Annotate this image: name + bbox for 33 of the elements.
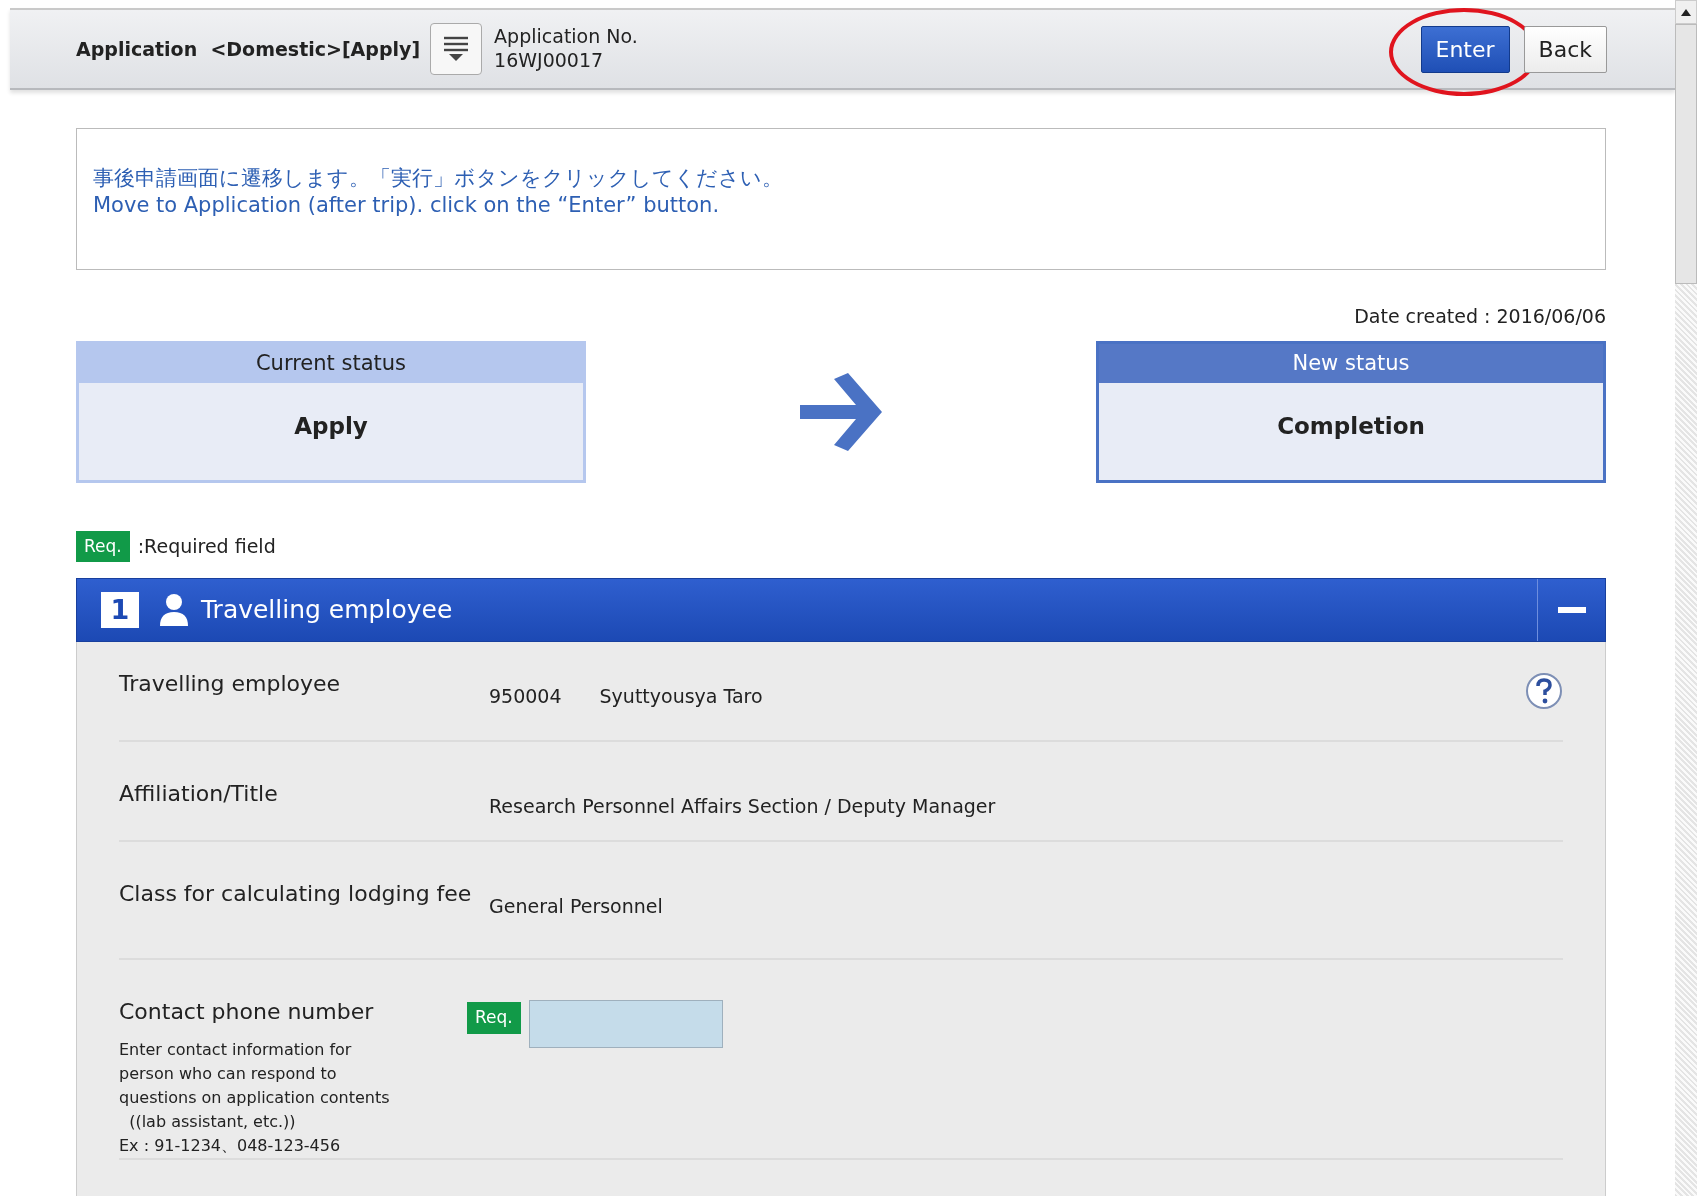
section-title: Travelling employee bbox=[201, 594, 453, 627]
help-note: Enter contact information for person who can respond to questions on application contents ((lab assistant, etc.)) Ex : 91-1234、048-123-456 bbox=[119, 1039, 391, 1158]
field-label: Affiliation/Title bbox=[119, 782, 279, 807]
section-number: 1 bbox=[101, 592, 139, 628]
status-heading: Current status bbox=[79, 343, 583, 383]
application-number: 16WJ00017 bbox=[494, 49, 605, 73]
scrollbar[interactable] bbox=[1675, 0, 1697, 1196]
status-value: Apply bbox=[293, 412, 369, 441]
field-value: General Personnel bbox=[489, 894, 663, 919]
required-badge: Req. bbox=[467, 1002, 521, 1034]
required-badge: Req. bbox=[76, 530, 130, 562]
field-label: Class for calculating lodging fee bbox=[119, 882, 473, 907]
help-icon[interactable] bbox=[1525, 672, 1563, 710]
scrollbar-thumb[interactable] bbox=[1675, 24, 1697, 284]
legend-text: :Required field bbox=[137, 534, 276, 559]
menu-button[interactable] bbox=[430, 23, 483, 75]
message-box: 事後申請画面に遷移します。「実行」ボタンをクリックしてください。 Move to Application (after trip). click on the “Enter” button. bbox=[76, 128, 1606, 270]
status-value: Completion bbox=[1276, 412, 1426, 441]
page-title: Application <Domestic>[Apply] bbox=[76, 36, 421, 62]
back-button[interactable]: Back bbox=[1523, 25, 1607, 73]
enter-button[interactable]: Enter bbox=[1420, 25, 1510, 73]
field-value: Syuttyousya Taro bbox=[599, 684, 763, 709]
menu-icon bbox=[442, 35, 471, 63]
person-icon bbox=[159, 593, 189, 627]
minus-icon bbox=[1557, 607, 1586, 613]
date-created: Date created : 2016/06/06 bbox=[1353, 304, 1606, 329]
field-value: Research Personnel Affairs Section / Deputy Manager bbox=[489, 794, 996, 819]
phone-input-field[interactable] bbox=[528, 1000, 723, 1048]
application-number-label: Application No. bbox=[494, 25, 638, 49]
scroll-up-icon bbox=[1681, 8, 1691, 16]
field-label: Travelling employee bbox=[119, 672, 342, 697]
status-heading: New status bbox=[1099, 343, 1603, 383]
field-value: 950004 bbox=[489, 684, 562, 709]
